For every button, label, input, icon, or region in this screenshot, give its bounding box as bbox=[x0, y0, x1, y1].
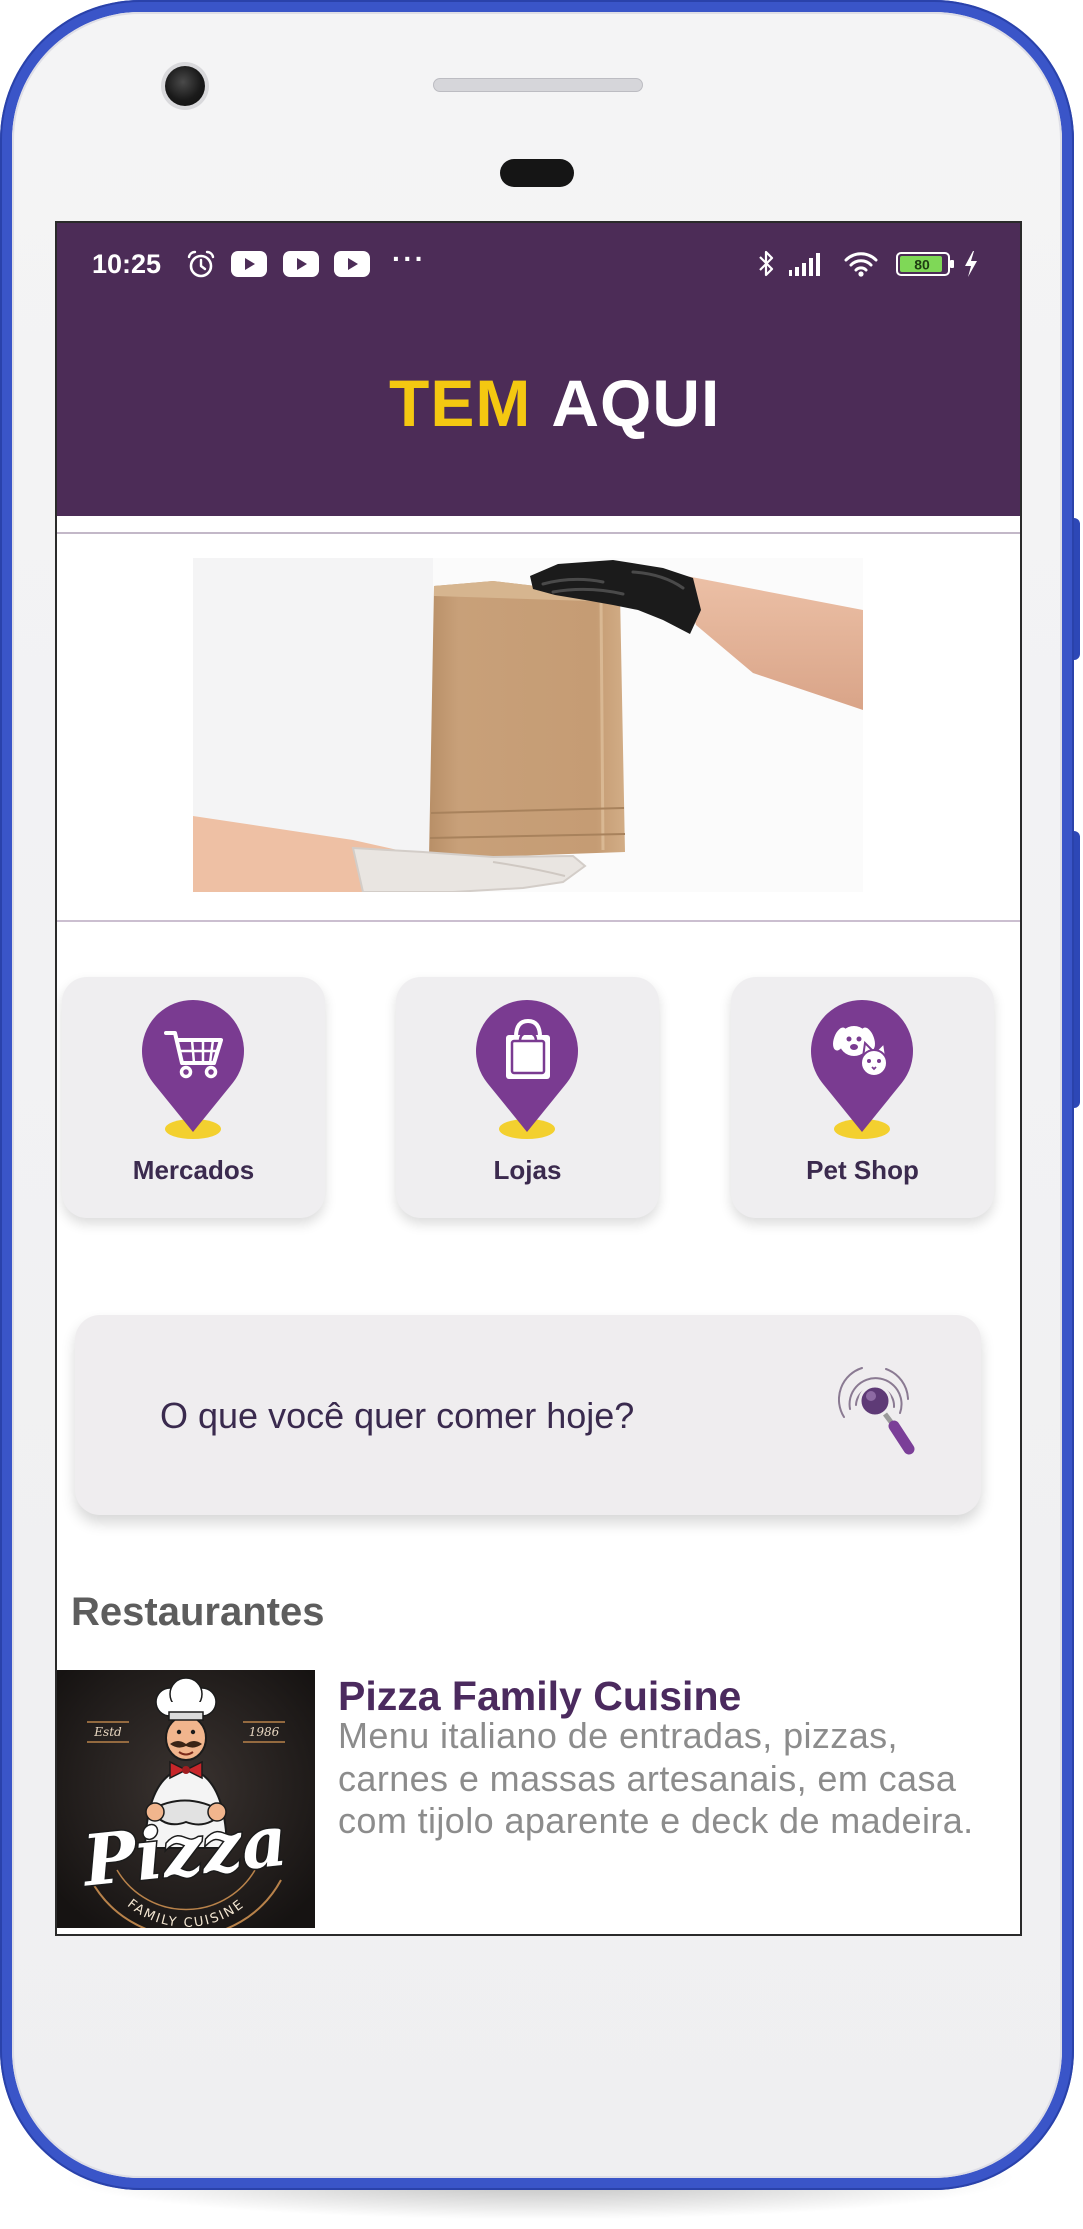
youtube-icon bbox=[283, 251, 319, 277]
category-label: Pet Shop bbox=[806, 1155, 919, 1185]
restaurant-logo: Estd 1986 Pizza FAMILY CUISINE bbox=[57, 1670, 315, 1928]
app-title-rest: AQUI bbox=[551, 366, 721, 440]
section-heading: Restaurantes bbox=[71, 1590, 325, 1634]
category-card-mercados[interactable]: Mercados bbox=[62, 977, 325, 1218]
shopping-bag-icon bbox=[476, 999, 578, 1139]
wifi-icon bbox=[844, 252, 878, 277]
cart-icon bbox=[142, 999, 245, 1139]
divider bbox=[57, 532, 1020, 534]
search-bar[interactable] bbox=[75, 1315, 981, 1515]
youtube-icon bbox=[334, 251, 370, 277]
restaurant-description: Menu italiano de entradas, pizzas, carne… bbox=[338, 1715, 974, 1842]
restaurant-name: Pizza Family Cuisine bbox=[338, 1673, 742, 1719]
phone-screen: 10:25 ··· 80 TEM AQUI Mercados Lojas Pet… bbox=[55, 221, 1022, 1936]
alarm-icon bbox=[187, 250, 215, 278]
logo-estd-text: Estd bbox=[93, 1725, 122, 1739]
logo-year-text: 1986 bbox=[249, 1725, 280, 1739]
status-time: 10:25 bbox=[92, 249, 162, 279]
battery-level: 80 bbox=[914, 257, 930, 273]
banner-image bbox=[193, 558, 863, 892]
status-overflow: ··· bbox=[392, 243, 426, 274]
bluetooth-icon bbox=[759, 250, 774, 277]
earpiece-speaker bbox=[433, 78, 643, 92]
app-header: 10:25 ··· 80 TEM AQUI bbox=[57, 223, 1020, 516]
category-label: Lojas bbox=[493, 1155, 562, 1185]
pet-icon bbox=[811, 999, 913, 1139]
youtube-icon bbox=[231, 251, 267, 277]
category-card-pet-shop[interactable]: Pet Shop bbox=[731, 977, 994, 1218]
search-icon[interactable] bbox=[838, 1363, 917, 1463]
front-camera bbox=[165, 66, 205, 106]
app-title-highlight: TEM bbox=[389, 366, 532, 440]
divider bbox=[57, 920, 1020, 922]
search-input[interactable] bbox=[160, 1391, 760, 1441]
charging-icon bbox=[965, 251, 977, 277]
signal-icon bbox=[789, 253, 820, 276]
app-title: TEM AQUI bbox=[389, 370, 720, 436]
battery-icon: 80 bbox=[896, 252, 954, 276]
category-label: Mercados bbox=[132, 1155, 255, 1185]
category-card-lojas[interactable]: Lojas bbox=[396, 977, 659, 1218]
restaurant-list-item[interactable]: Estd 1986 Pizza FAMILY CUISINE Pizza Fam… bbox=[57, 1670, 1020, 1934]
proximity-sensor bbox=[500, 159, 574, 187]
